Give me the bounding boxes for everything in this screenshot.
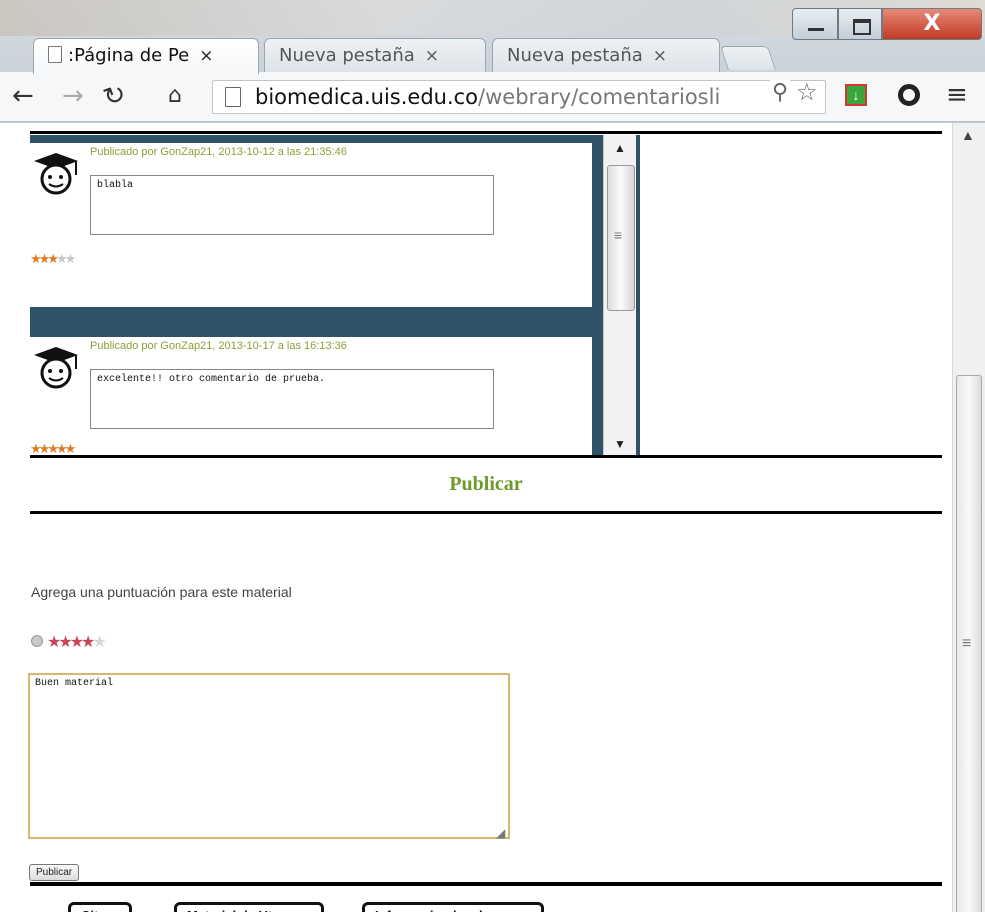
tab-label: Nueva pestaña (279, 45, 415, 66)
close-icon: X (923, 11, 941, 36)
bookmark-star-icon[interactable]: ☆ (796, 78, 818, 106)
close-window-button[interactable]: X (882, 8, 982, 40)
star-icon: ★ (30, 251, 42, 266)
comment-meta: Publicado por GonZap21, 2013-10-12 a las… (90, 146, 347, 158)
tab-nueva-1[interactable]: Nueva pestaña × (264, 38, 486, 72)
reload-icon[interactable]: ↻ (99, 77, 131, 115)
back-icon[interactable]: ← (12, 80, 34, 112)
tab-pagina[interactable]: :Página de Pe × (33, 38, 259, 74)
url-path: /webrary/comentariosli (478, 85, 721, 109)
star-icon[interactable]: ★ (81, 634, 95, 651)
star-icon: ★ (64, 441, 77, 455)
comment-text: excelente!! otro comentario de prueba. (90, 369, 494, 429)
comment-rating: ★★★★★ (30, 251, 77, 267)
divider (30, 511, 942, 514)
comment-meta: Publicado por GonZap21, 2013-10-17 a las… (90, 340, 347, 352)
cancel-rating-icon[interactable] (31, 635, 43, 647)
student-avatar-icon (34, 347, 78, 389)
page-icon (225, 87, 241, 107)
zoom-icon[interactable]: ⚲ (770, 80, 791, 105)
star-icon: ★ (55, 441, 68, 455)
address-bar[interactable]: biomedica.uis.edu.co/webrary/comentarios… (212, 80, 826, 114)
star-icon: ★ (55, 251, 68, 266)
star-icon[interactable]: ★ (70, 634, 84, 651)
close-tab-icon[interactable]: × (425, 46, 439, 66)
divider (30, 882, 942, 886)
bottom-button-informacion[interactable]: Informacion local (362, 902, 544, 912)
divider (30, 131, 942, 134)
divider (30, 455, 942, 458)
page-icon (48, 46, 62, 63)
star-icon: ★ (47, 441, 59, 455)
star-icon: ★ (47, 251, 59, 266)
resize-handle-icon[interactable]: ◢ (496, 826, 505, 840)
comment-card: Publicado por GonZap21, 2013-10-12 a las… (30, 143, 592, 307)
page-scrollbar[interactable]: ▲ ≡ (952, 123, 985, 912)
browser-toolbar: ← → ↻ ⌂ biomedica.uis.edu.co/webrary/com… (0, 72, 985, 122)
star-icon: ★ (64, 251, 77, 266)
star-icon: ★ (30, 441, 42, 455)
comment-rating: ★★★★★ (30, 441, 77, 455)
student-avatar-icon (34, 153, 78, 195)
comment-card: Publicado por GonZap21, 2013-10-17 a las… (30, 337, 592, 455)
forward-icon[interactable]: → (62, 80, 84, 112)
comments-scrollbar[interactable]: ▲ ≡ ▼ (603, 135, 636, 455)
tab-label: :Página de Pe (68, 45, 190, 66)
rating-prompt: Agrega una puntuación para este material (31, 584, 292, 600)
tab-label: Nueva pestaña (507, 45, 643, 66)
star-icon: ★ (38, 441, 51, 455)
scroll-down-icon[interactable]: ▼ (614, 437, 626, 451)
grip-icon: ≡ (962, 635, 972, 652)
grip-icon: ≡ (614, 227, 623, 243)
comment-textarea[interactable] (28, 673, 510, 839)
star-icon[interactable]: ★ (92, 634, 106, 651)
tab-nueva-2[interactable]: Nueva pestaña × (492, 38, 720, 72)
minimize-button[interactable] (792, 8, 838, 40)
rating-input[interactable]: ★★★★★ (31, 632, 107, 652)
menu-icon[interactable]: ≡ (946, 80, 968, 110)
star-icon: ★ (38, 251, 51, 266)
publish-button[interactable]: Publicar (29, 864, 80, 881)
star-icon[interactable]: ★ (58, 634, 72, 651)
close-tab-icon[interactable]: × (653, 46, 667, 66)
close-tab-icon[interactable]: × (199, 46, 213, 66)
scroll-up-icon[interactable]: ▲ (614, 141, 626, 155)
star-icon[interactable]: ★ (47, 634, 61, 651)
download-extension-icon[interactable]: ↓ (845, 84, 867, 106)
comments-frame: Publicado por GonZap21, 2013-10-12 a las… (30, 135, 640, 455)
scroll-up-icon[interactable]: ▲ (961, 127, 975, 143)
bottom-button-cit[interactable]: Cit (68, 902, 132, 912)
page-viewport: Publicado por GonZap21, 2013-10-12 a las… (0, 123, 985, 912)
maximize-button[interactable] (838, 8, 882, 40)
url-domain: biomedica.uis.edu.co (255, 85, 479, 109)
new-tab-button[interactable] (720, 46, 776, 70)
comment-text: blabla (90, 175, 494, 235)
bottom-button-material[interactable]: Material de Ut (174, 902, 324, 912)
home-icon[interactable]: ⌂ (168, 80, 182, 112)
publish-title: Publicar (449, 473, 523, 495)
extension-o-icon[interactable] (898, 84, 920, 106)
